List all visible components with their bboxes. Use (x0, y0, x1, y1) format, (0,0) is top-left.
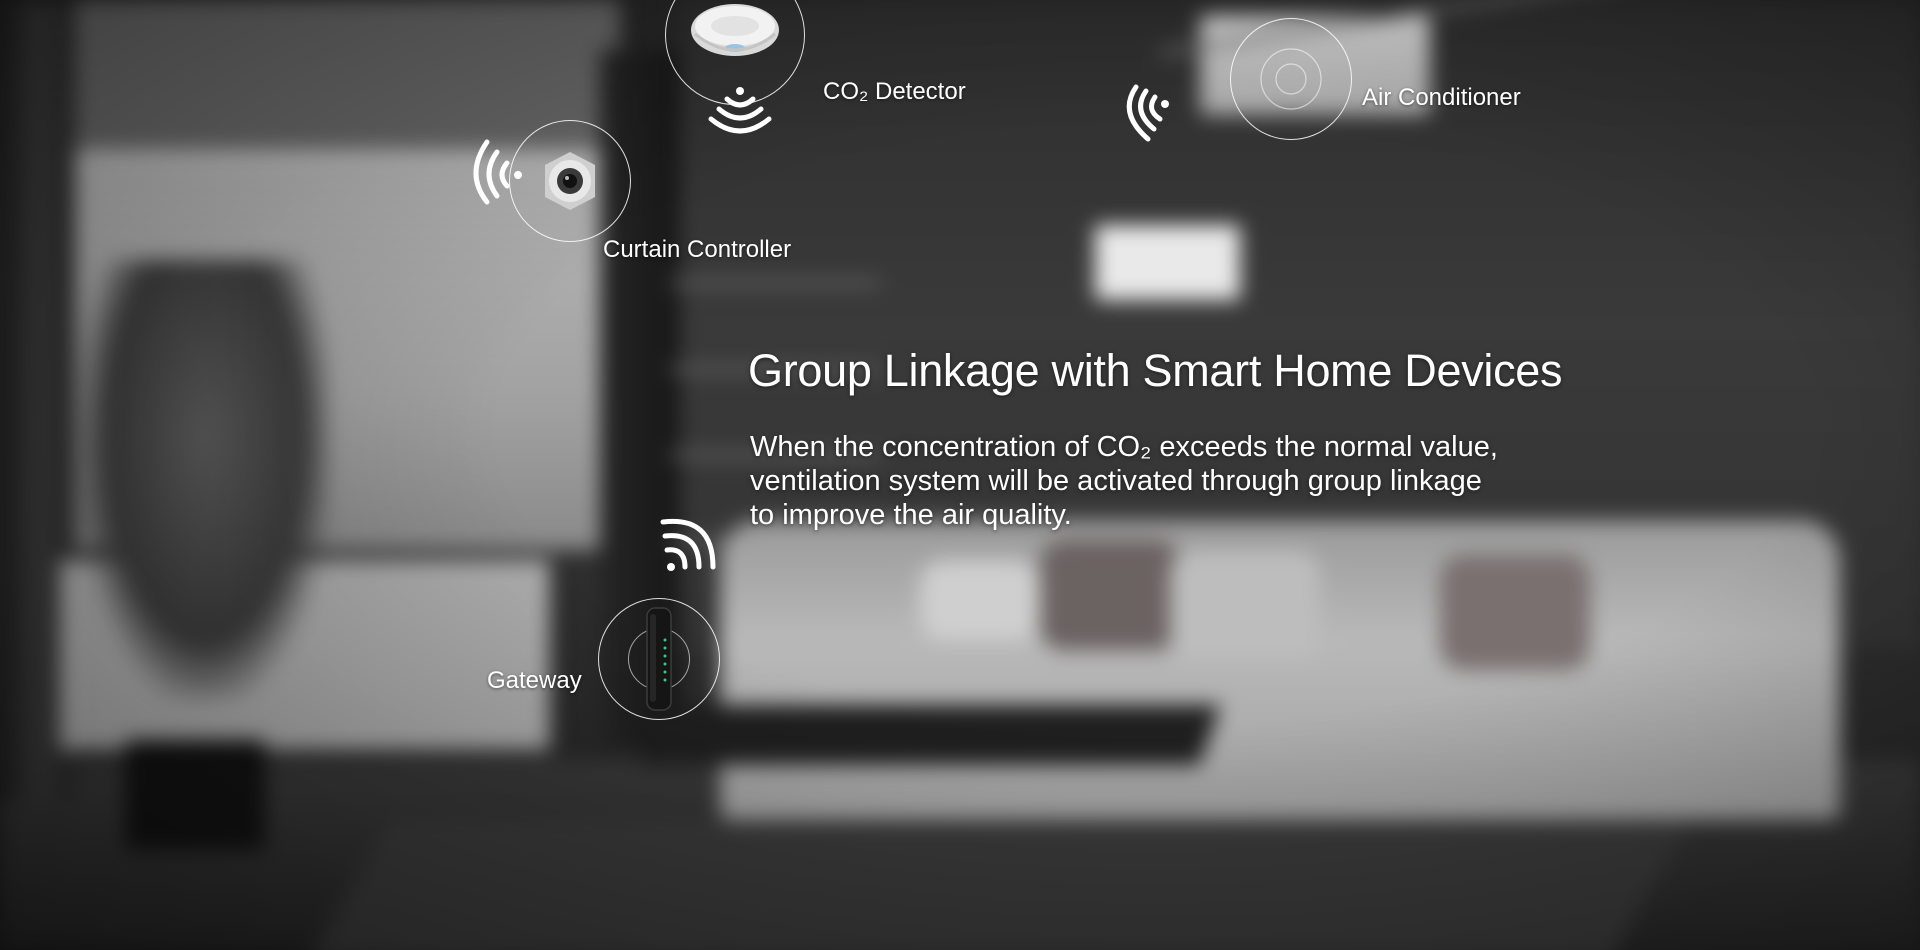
air-conditioner-signal-icon (1126, 84, 1169, 142)
description-line: to improve the air quality. (750, 499, 1072, 531)
gateway-device[interactable] (598, 598, 723, 723)
page-title: Group Linkage with Smart Home Devices (748, 345, 1563, 396)
gateway-signal-icon (660, 518, 716, 571)
curtain-controller-icon (545, 152, 595, 210)
description-line: ventilation system will be activated thr… (750, 465, 1482, 497)
air-conditioner-label: Air Conditioner (1362, 84, 1521, 111)
description-line: When the concentration of CO₂ exceeds th… (750, 431, 1498, 463)
curtain-controller-label: Curtain Controller (603, 236, 792, 263)
gateway-icon (646, 607, 672, 711)
air-conditioner-device[interactable] (1230, 18, 1355, 143)
co2-detector-icon (691, 4, 779, 56)
smart-home-banner: CO₂ Detector Air Conditioner Curtain Con… (0, 0, 1920, 950)
co2-detector-label: CO₂ Detector (823, 78, 966, 105)
air-conditioner-icon (1260, 48, 1322, 110)
description-text: When the concentration of CO₂ exceeds th… (750, 430, 1650, 532)
co2-detector-signal-icon (708, 87, 772, 134)
curtain-controller-device[interactable] (509, 120, 634, 245)
gateway-label: Gateway (487, 667, 582, 694)
